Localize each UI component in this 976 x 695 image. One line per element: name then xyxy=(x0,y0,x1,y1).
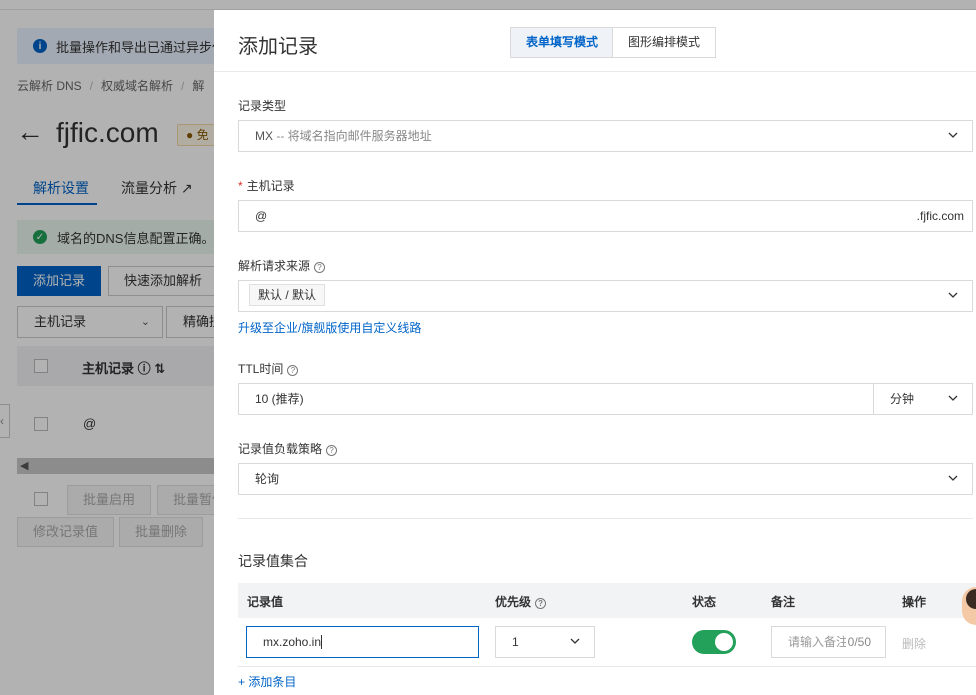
request-source-select[interactable]: 默认 / 默认 xyxy=(238,280,973,312)
host-record-label-text: 主机记录 xyxy=(246,179,295,193)
help-icon[interactable]: ? xyxy=(326,445,338,456)
record-value-input[interactable]: mx.zoho.in xyxy=(246,626,479,658)
load-strategy-label-text: 记录值负载策略 xyxy=(238,442,323,456)
request-source-label-text: 解析请求来源 xyxy=(238,259,311,273)
chevron-down-icon xyxy=(948,132,958,138)
required-mark: * xyxy=(238,179,243,193)
load-strategy-label: 记录值负载策略? xyxy=(238,440,338,457)
record-type-code: MX xyxy=(255,129,273,143)
load-strategy-select[interactable]: 轮询 xyxy=(238,463,973,495)
column-header-priority: 优先级? xyxy=(495,593,547,610)
ttl-select[interactable]: 10 (推荐) xyxy=(238,383,874,415)
host-record-label: * 主机记录 xyxy=(238,177,295,194)
chevron-down-icon xyxy=(570,638,580,644)
ttl-unit-value: 分钟 xyxy=(890,392,915,406)
record-type-value: MX -- 将域名指向邮件服务器地址 xyxy=(255,129,432,143)
column-header-priority-label: 优先级 xyxy=(495,595,532,609)
assistant-avatar[interactable] xyxy=(962,587,976,625)
column-header-note: 备注 xyxy=(771,595,796,609)
ttl-label: TTL时间? xyxy=(238,360,299,377)
tab-form-mode[interactable]: 表单填写模式 xyxy=(510,27,615,58)
host-record-value: @ xyxy=(255,209,268,223)
tab-graphic-mode[interactable]: 图形编排模式 xyxy=(612,27,717,58)
row-divider xyxy=(238,666,976,667)
ttl-value: 10 (推荐) xyxy=(255,392,304,406)
status-toggle[interactable] xyxy=(692,630,736,654)
column-header-status: 状态 xyxy=(692,595,717,609)
delete-row-button[interactable]: 删除 xyxy=(902,635,926,652)
values-table-header xyxy=(238,583,976,618)
column-header-action: 操作 xyxy=(902,595,927,609)
chevron-down-icon xyxy=(948,292,958,298)
chevron-down-icon xyxy=(948,395,958,401)
drawer-title: 添加记录 xyxy=(238,36,318,58)
request-source-tag: 默认 / 默认 xyxy=(249,284,326,306)
add-record-drawer: 添加记录 表单填写模式 图形编排模式 记录类型 MX -- 将域名指向邮件服务器… xyxy=(214,10,976,695)
request-source-label: 解析请求来源? xyxy=(238,257,326,274)
avatar-hair xyxy=(966,589,976,609)
record-type-label: 记录类型 xyxy=(238,99,287,113)
note-input[interactable]: 请输入备注 0/50 xyxy=(771,626,886,658)
note-char-count: 0/50 xyxy=(845,627,871,657)
column-header-value: 记录值 xyxy=(247,595,284,609)
help-icon[interactable]: ? xyxy=(287,365,299,376)
record-values-title: 记录值集合 xyxy=(238,553,308,569)
record-type-select[interactable]: MX -- 将域名指向邮件服务器地址 xyxy=(238,120,973,152)
record-type-hint: -- 将域名指向邮件服务器地址 xyxy=(276,129,432,143)
text-caret xyxy=(321,635,323,649)
section-divider xyxy=(238,518,973,519)
upgrade-link[interactable]: 升级至企业/旗舰版使用自定义线路 xyxy=(238,319,421,336)
note-placeholder: 请输入备注 xyxy=(788,635,849,649)
domain-suffix: .fjfic.com xyxy=(916,209,964,223)
chevron-down-icon xyxy=(948,475,958,481)
ttl-label-text: TTL时间 xyxy=(238,362,284,376)
add-entry-label: 添加条目 xyxy=(248,675,297,689)
host-record-input[interactable]: @ .fjfic.com xyxy=(238,200,973,232)
help-icon[interactable]: ? xyxy=(314,262,326,273)
drawer-header: 添加记录 表单填写模式 图形编排模式 xyxy=(214,10,976,72)
ttl-unit-select[interactable]: 分钟 xyxy=(873,383,973,415)
priority-select[interactable]: 1 xyxy=(495,626,595,658)
toggle-knob xyxy=(715,633,733,651)
record-value-text: mx.zoho.in xyxy=(263,635,322,649)
plus-icon: + xyxy=(238,675,246,689)
load-strategy-value: 轮询 xyxy=(255,472,280,486)
priority-value: 1 xyxy=(512,635,519,649)
help-icon[interactable]: ? xyxy=(535,598,547,609)
add-entry-button[interactable]: + 添加条目 xyxy=(238,673,296,690)
